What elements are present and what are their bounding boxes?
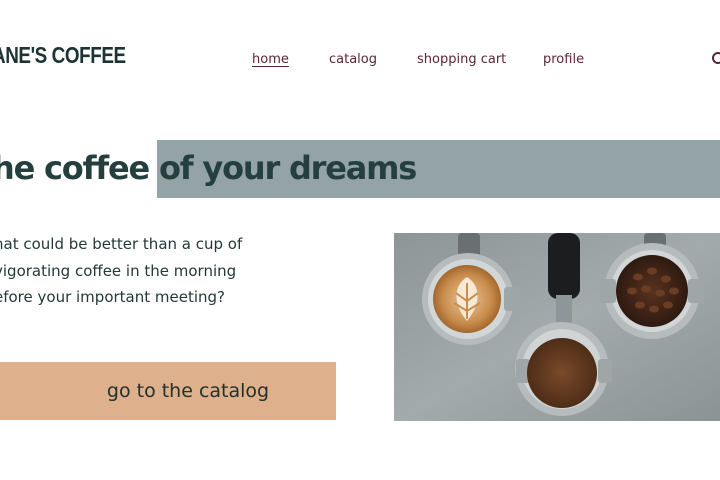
hero-subtitle-line: efore your important meeting?: [0, 288, 225, 306]
nav-profile[interactable]: profile: [543, 52, 584, 67]
hero-subtitle: hat could be better than a cup of vigora…: [0, 231, 294, 311]
nav-shopping-cart[interactable]: shopping cart: [417, 52, 506, 67]
hero-subtitle-line: hat could be better than a cup of: [0, 235, 243, 253]
nav-catalog[interactable]: catalog: [329, 52, 377, 67]
hero-headline: he coffee of your dreams: [0, 149, 417, 187]
go-to-catalog-button[interactable]: go to the catalog: [0, 362, 336, 420]
nav-home[interactable]: home: [252, 52, 289, 67]
hero-subtitle-line: vigorating coffee in the morning: [0, 261, 237, 280]
main-nav: home catalog shopping cart profile: [0, 52, 720, 72]
coffee-portafilters-image: [394, 233, 720, 421]
search-icon[interactable]: [712, 52, 720, 64]
